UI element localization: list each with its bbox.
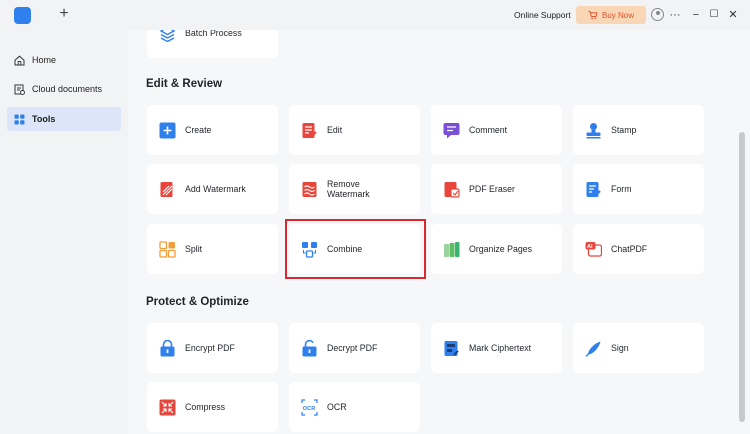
tool-card-batch-process[interactable]: Batch Process — [147, 30, 278, 58]
tool-card-compress[interactable]: Compress — [147, 382, 278, 432]
sidebar-item-home[interactable]: Home — [7, 48, 121, 72]
tool-label: Create — [185, 124, 212, 135]
tool-label: OCR — [327, 401, 347, 412]
section-title-edit-review: Edit & Review — [146, 78, 223, 90]
cloud-doc-icon — [14, 84, 25, 95]
tool-label: Remove Watermark — [327, 178, 370, 199]
close-icon[interactable]: ✕ — [726, 7, 740, 23]
tool-card-encrypt-pdf[interactable]: Encrypt PDF — [147, 323, 278, 373]
comment-icon — [443, 122, 460, 138]
title-bar: + Online Support Buy Now ··· − ☐ ✕ — [0, 0, 750, 30]
tool-label: Mark Ciphertext — [469, 342, 532, 353]
remove-watermark-icon — [302, 181, 317, 197]
tool-label: Decrypt PDF — [327, 342, 378, 353]
sidebar-item-label: Cloud documents — [32, 84, 103, 94]
tool-label: Encrypt PDF — [185, 342, 235, 353]
tool-card-edit[interactable]: Edit — [289, 105, 420, 155]
more-menu-icon[interactable]: ··· — [668, 7, 682, 23]
user-avatar-icon[interactable] — [651, 8, 664, 21]
tool-card-organize-pages[interactable]: Organize Pages — [431, 224, 562, 274]
edit-doc-icon — [302, 122, 317, 138]
tool-card-stamp[interactable]: Stamp — [573, 105, 704, 155]
tool-label: Organize Pages — [469, 243, 533, 254]
scrollbar-thumb[interactable] — [739, 132, 745, 422]
cart-icon — [588, 11, 598, 20]
tool-card-form[interactable]: Form — [573, 164, 704, 214]
tool-card-ocr[interactable]: OCR OCR — [289, 382, 420, 432]
form-icon — [586, 181, 601, 197]
encrypt-lock-icon — [160, 339, 175, 356]
add-watermark-icon — [160, 181, 173, 197]
tool-label: PDF Eraser — [469, 183, 515, 194]
tool-card-decrypt-pdf[interactable]: Decrypt PDF — [289, 323, 420, 373]
sidebar-item-tools[interactable]: Tools — [7, 107, 121, 131]
split-icon — [159, 240, 176, 258]
tool-card-pdf-eraser[interactable]: PDF Eraser — [431, 164, 562, 214]
sidebar-item-label: Tools — [32, 114, 56, 124]
tool-card-split[interactable]: Split — [147, 224, 278, 274]
tool-label: Compress — [185, 401, 226, 412]
mark-ciphertext-icon — [444, 340, 459, 356]
stamp-icon — [586, 122, 601, 138]
tool-label: Split — [185, 243, 203, 254]
sidebar: Home Cloud documents Tools — [0, 30, 128, 434]
tool-card-mark-ciphertext[interactable]: Mark Ciphertext — [431, 323, 562, 373]
online-support-link[interactable]: Online Support — [514, 10, 571, 20]
tool-label: Edit — [327, 124, 343, 135]
sign-pen-icon — [585, 341, 601, 357]
tool-card-remove-watermark[interactable]: Remove Watermark — [289, 164, 420, 214]
maximize-icon[interactable]: ☐ — [707, 7, 721, 23]
buy-now-button[interactable]: Buy Now — [576, 6, 646, 24]
tool-card-chatpdf[interactable]: AI ChatPDF — [573, 224, 704, 274]
new-tab-button[interactable]: + — [57, 5, 71, 23]
app-logo-icon — [14, 7, 31, 24]
svg-text:AI: AI — [587, 244, 593, 250]
tool-label: Comment — [469, 124, 508, 135]
tool-card-create[interactable]: Create — [147, 105, 278, 155]
organize-pages-icon — [444, 241, 460, 257]
section-title-protect-optimize: Protect & Optimize — [146, 296, 249, 308]
tool-card-sign[interactable]: Sign — [573, 323, 704, 373]
tool-label: Form — [611, 183, 632, 194]
tool-label: Stamp — [611, 124, 637, 135]
create-plus-icon — [159, 122, 176, 138]
tool-label: Add Watermark — [185, 183, 246, 194]
chatpdf-ai-icon: AI — [585, 241, 602, 257]
tool-card-comment[interactable]: Comment — [431, 105, 562, 155]
sidebar-item-label: Home — [32, 55, 57, 65]
decrypt-unlock-icon — [302, 339, 317, 356]
tools-grid-icon — [14, 114, 25, 124]
tool-label: ChatPDF — [611, 243, 648, 254]
ocr-icon: OCR — [301, 398, 318, 416]
tool-label: Sign — [611, 342, 629, 353]
buy-now-label: Buy Now — [601, 10, 634, 20]
tool-card-add-watermark[interactable]: Add Watermark — [147, 164, 278, 214]
minimize-icon[interactable]: − — [689, 7, 703, 23]
home-icon — [14, 55, 25, 65]
tools-panel: Batch Process Edit & Review Create Edit … — [128, 30, 736, 434]
sidebar-item-cloud-documents[interactable]: Cloud documents — [7, 77, 121, 101]
svg-text:OCR: OCR — [303, 406, 315, 412]
batch-layers-icon — [159, 30, 176, 42]
tool-label: Batch Process — [185, 30, 242, 38]
pdf-eraser-icon — [444, 181, 460, 198]
compress-icon — [159, 399, 176, 415]
combine-highlight-box — [285, 219, 426, 279]
